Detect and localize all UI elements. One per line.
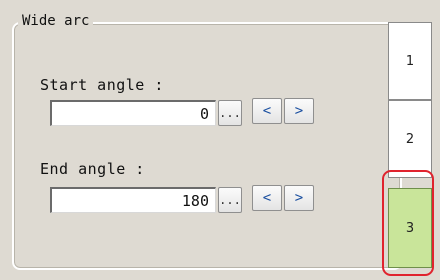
panel-title: Wide arc	[18, 13, 94, 29]
start-angle-decrement-button[interactable]: <	[252, 98, 282, 124]
start-angle-increment-button[interactable]: >	[284, 98, 314, 124]
end-angle-decrement-button[interactable]: <	[252, 185, 282, 211]
end-angle-input[interactable]: 180	[50, 187, 216, 213]
wide-arc-panel	[12, 22, 402, 270]
start-angle-label: Start angle :	[40, 76, 164, 94]
start-angle-ellipsis-button[interactable]: ...	[218, 100, 242, 126]
end-angle-ellipsis-button[interactable]: ...	[218, 187, 242, 213]
start-angle-input[interactable]: 0	[50, 100, 216, 126]
end-angle-label: End angle :	[40, 160, 145, 178]
end-angle-increment-button[interactable]: >	[284, 185, 314, 211]
tab-1[interactable]: 1	[388, 22, 432, 100]
tab-2[interactable]: 2	[388, 100, 432, 178]
tab-3-highlight	[382, 170, 434, 276]
